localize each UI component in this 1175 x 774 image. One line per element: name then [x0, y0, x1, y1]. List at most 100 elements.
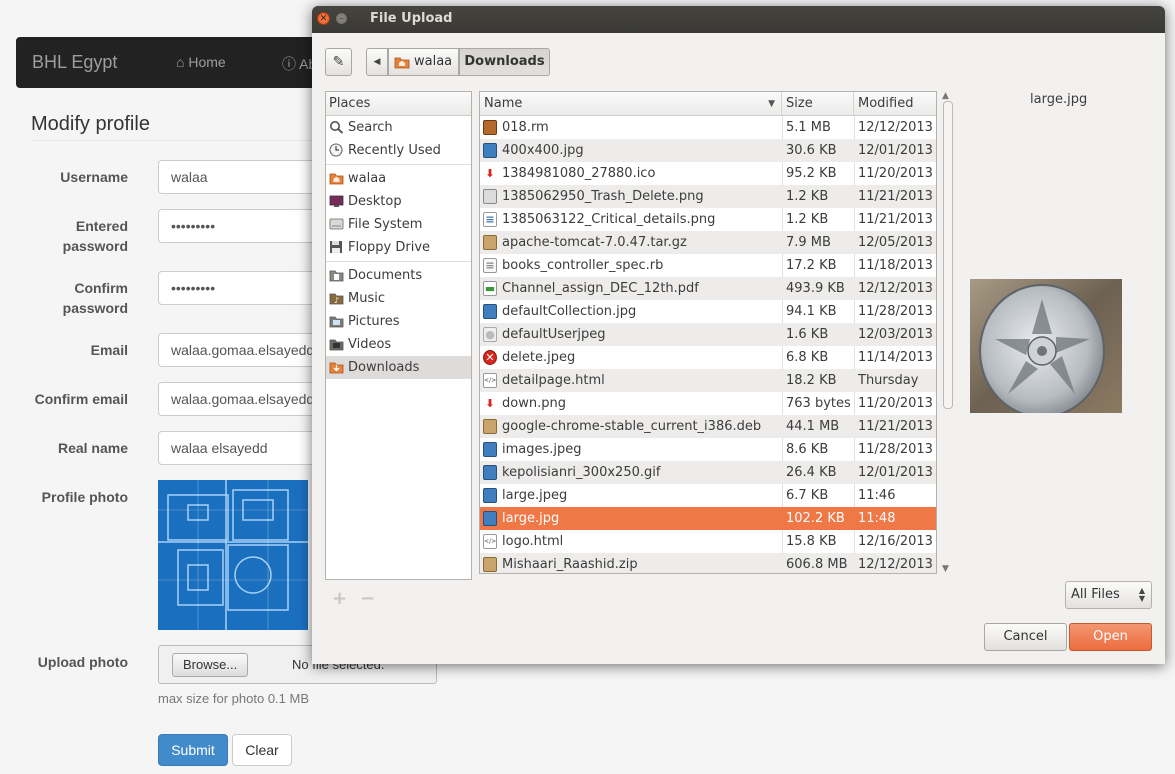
- home-folder-icon: [394, 57, 410, 69]
- place-videos[interactable]: Videos: [326, 333, 471, 356]
- video-file-icon: [483, 120, 497, 135]
- file-size: 15.8 KB: [786, 534, 837, 549]
- remove-bookmark-icon[interactable]: −: [360, 588, 375, 609]
- email-input[interactable]: walaa.gomaa.elsayedd: [158, 333, 328, 367]
- column-header-modified[interactable]: Modified: [854, 92, 936, 116]
- minimize-icon[interactable]: –: [335, 12, 348, 25]
- file-upload-dialog: ✕ – File Upload ✎ ◀ walaa Downloads Plac…: [312, 6, 1165, 664]
- chevron-left-icon: ◀: [373, 57, 381, 67]
- place-walaa[interactable]: walaa: [326, 167, 471, 190]
- open-button[interactable]: Open: [1069, 623, 1152, 651]
- real-name-input[interactable]: walaa elsayedd: [158, 431, 328, 465]
- file-row[interactable]: 018.rm 5.1 MB 12/12/2013: [480, 116, 936, 139]
- file-name: images.jpeg: [502, 442, 582, 457]
- scroll-up-icon[interactable]: ▲: [942, 91, 949, 101]
- close-icon[interactable]: ✕: [317, 12, 330, 25]
- file-modified: 11/28/2013: [858, 442, 933, 457]
- file-size: 26.4 KB: [786, 465, 837, 480]
- file-name: large.jpg: [502, 511, 560, 526]
- path-button-downloads[interactable]: Downloads: [459, 48, 550, 76]
- svg-text:♪: ♪: [334, 296, 339, 305]
- file-size: 5.1 MB: [786, 120, 831, 135]
- updown-arrows-icon: ▲ ▼: [1138, 586, 1145, 603]
- downloads-icon: [329, 362, 344, 374]
- file-row[interactable]: defaultCollection.jpg 94.1 KB 11/28/2013: [480, 300, 936, 323]
- download-arrow-icon: ⬇: [485, 397, 495, 410]
- file-row[interactable]: images.jpeg 8.6 KB 11/28/2013: [480, 438, 936, 461]
- scrollbar-thumb[interactable]: [943, 101, 953, 409]
- scroll-down-icon[interactable]: ▼: [942, 564, 949, 574]
- documents-icon: [329, 270, 344, 282]
- file-row[interactable]: kepolisianri_300x250.gif 26.4 KB 12/01/201…: [480, 461, 936, 484]
- username-input[interactable]: walaa: [158, 160, 328, 194]
- pencil-icon: ✎: [332, 54, 345, 70]
- path-button-walaa[interactable]: walaa: [388, 48, 459, 76]
- place-pictures[interactable]: Pictures: [326, 310, 471, 333]
- place-desktop[interactable]: Desktop: [326, 190, 471, 213]
- file-row[interactable]: ≡ books_controller_spec.rb 17.2 KB 11/18/20…: [480, 254, 936, 277]
- file-size: 95.2 KB: [786, 166, 837, 181]
- place-documents[interactable]: Documents: [326, 264, 471, 287]
- file-row[interactable]: ⬇ 1384981080_27880.ico 95.2 KB 11/20/2013: [480, 162, 936, 185]
- add-bookmark-icon[interactable]: +: [332, 588, 347, 609]
- file-size: 44.1 MB: [786, 419, 840, 434]
- clock-icon: [329, 143, 343, 157]
- file-row[interactable]: ▬ Channel_assign_DEC_12th.pdf 493.9 KB 12/1…: [480, 277, 936, 300]
- file-row[interactable]: Mishaari_Raashid.zip 606.8 MB 12/12/2013: [480, 553, 936, 573]
- place-downloads[interactable]: Downloads: [326, 356, 471, 379]
- file-modified: 11/21/2013: [858, 419, 933, 434]
- file-row[interactable]: ● defaultUserjpeg 1.6 KB 12/03/2013: [480, 323, 936, 346]
- browse-button[interactable]: Browse...: [172, 653, 249, 677]
- file-row[interactable]: </> logo.html 15.8 KB 12/16/2013: [480, 530, 936, 553]
- file-row[interactable]: </> detailpage.html 18.2 KB Thursday: [480, 369, 936, 392]
- place-search[interactable]: Search: [326, 116, 471, 139]
- html-file-icon: </>: [483, 534, 497, 549]
- confirm-password-input[interactable]: •••••••••: [158, 271, 328, 305]
- file-row[interactable]: 1385062950_Trash_Delete.png 1.2 KB 11/21/2…: [480, 185, 936, 208]
- place-music[interactable]: ♪ Music: [326, 287, 471, 310]
- file-name: 400x400.jpg: [502, 143, 584, 158]
- cancel-button[interactable]: Cancel: [984, 623, 1067, 651]
- file-size: 94.1 KB: [786, 304, 837, 319]
- info-icon: ⓘ: [282, 56, 296, 72]
- file-name: books_controller_spec.rb: [502, 258, 664, 273]
- file-type-filter[interactable]: All Files ▲ ▼: [1065, 581, 1152, 609]
- file-row[interactable]: apache-tomcat-7.0.47.tar.gz 7.9 MB 12/05/2…: [480, 231, 936, 254]
- place-file-system[interactable]: File System: [326, 213, 471, 236]
- file-name: 018.rm: [502, 120, 549, 135]
- email-label: Email: [90, 342, 128, 358]
- clear-button[interactable]: Clear: [232, 734, 292, 766]
- file-name: down.png: [502, 396, 566, 411]
- file-list-scrollbar[interactable]: ▲ ▼: [942, 91, 954, 574]
- file-row[interactable]: google-chrome-stable_current_i386.deb 44.…: [480, 415, 936, 438]
- path-back-button[interactable]: ◀: [366, 48, 388, 76]
- submit-button[interactable]: Submit: [158, 734, 228, 766]
- home-folder-icon: [329, 173, 344, 185]
- file-name: large.jpeg: [502, 488, 568, 503]
- file-row[interactable]: large.jpeg 6.7 KB 11:46: [480, 484, 936, 507]
- place-label: Pictures: [348, 314, 400, 329]
- place-recently-used[interactable]: Recently Used: [326, 139, 471, 162]
- file-rows: 018.rm 5.1 MB 12/12/2013 400x400.jpg 30.6 KB…: [480, 116, 936, 573]
- place-label: File System: [348, 217, 423, 232]
- nav-home-link[interactable]: ⌂ Home: [176, 54, 226, 70]
- place-label: Floppy Drive: [348, 240, 431, 255]
- file-row[interactable]: large.jpg 102.2 KB 11:48: [480, 507, 936, 530]
- confirm-email-input[interactable]: walaa.gomaa.elsayedd: [158, 382, 328, 416]
- entered-password-input[interactable]: •••••••••: [158, 209, 328, 243]
- file-name: defaultUserjpeg: [502, 327, 606, 342]
- file-name: logo.html: [502, 534, 564, 549]
- html-file-icon: </>: [483, 373, 497, 388]
- column-header-size[interactable]: Size: [782, 92, 854, 116]
- filesystem-icon: [329, 218, 344, 230]
- file-row[interactable]: ✕ delete.jpeg 6.8 KB 11/14/2013: [480, 346, 936, 369]
- file-row[interactable]: ⬇ down.png 763 bytes 11/20/2013: [480, 392, 936, 415]
- type-location-button[interactable]: ✎: [325, 48, 352, 76]
- place-floppy-drive[interactable]: Floppy Drive: [326, 236, 471, 259]
- file-row[interactable]: 400x400.jpg 30.6 KB 12/01/2013: [480, 139, 936, 162]
- file-row[interactable]: ≡ 1385063122_Critical_details.png 1.2 KB 11…: [480, 208, 936, 231]
- column-header-name[interactable]: Name ▼: [480, 92, 782, 116]
- upload-photo-label: Upload photo: [37, 654, 128, 670]
- file-size: 17.2 KB: [786, 258, 837, 273]
- brand-link[interactable]: BHL Egypt: [32, 52, 117, 73]
